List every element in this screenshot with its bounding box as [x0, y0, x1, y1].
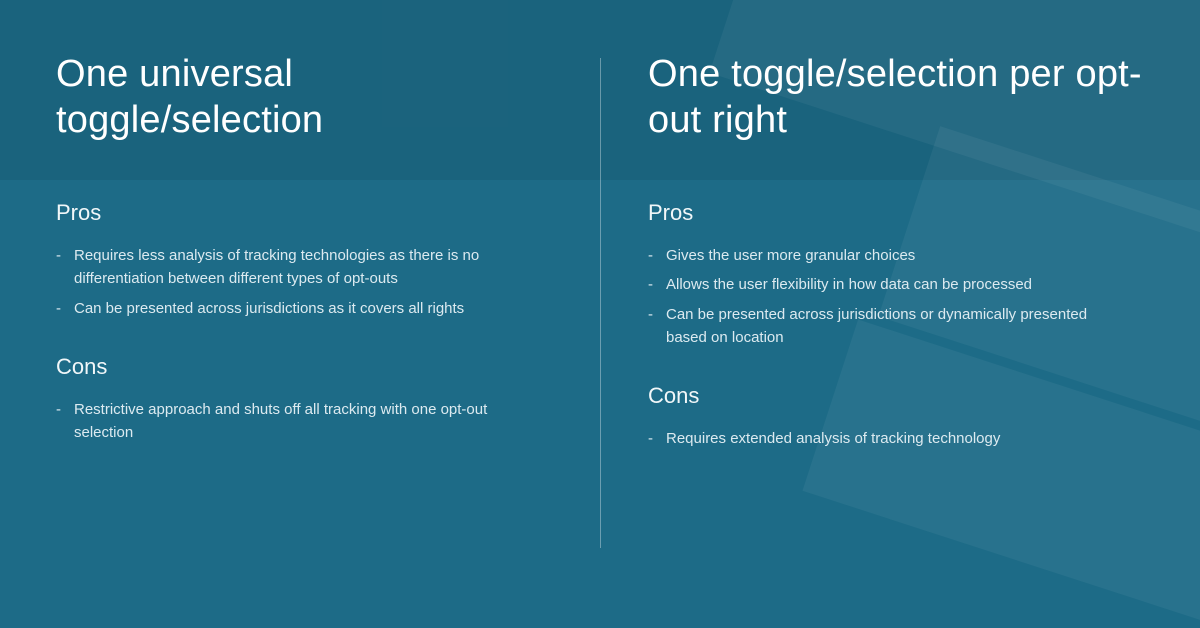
right-cons-label: Cons [648, 383, 1144, 409]
right-title: One toggle/selection per opt-out right [648, 52, 1144, 144]
comparison-layout: One universal toggle/selection Pros Requ… [0, 0, 1200, 628]
list-item: Requires less analysis of tracking techn… [56, 244, 516, 291]
list-item: Gives the user more granular choices [648, 244, 1108, 267]
list-item: Can be presented across jurisdictions as… [56, 297, 516, 320]
right-pros-list: Gives the user more granular choices Allo… [648, 244, 1144, 349]
list-item: Allows the user flexibility in how data … [648, 273, 1108, 296]
list-item: Requires extended analysis of tracking t… [648, 427, 1108, 450]
left-cons-list: Restrictive approach and shuts off all t… [56, 398, 552, 445]
list-item: Can be presented across jurisdictions or… [648, 303, 1108, 350]
left-pros-list: Requires less analysis of tracking techn… [56, 244, 552, 320]
list-item: Restrictive approach and shuts off all t… [56, 398, 516, 445]
right-column: One toggle/selection per opt-out right P… [600, 0, 1200, 628]
right-pros-label: Pros [648, 200, 1144, 226]
right-cons-list: Requires extended analysis of tracking t… [648, 427, 1144, 450]
left-cons-label: Cons [56, 354, 552, 380]
left-title: One universal toggle/selection [56, 52, 552, 144]
vertical-divider [600, 58, 601, 548]
left-pros-label: Pros [56, 200, 552, 226]
left-column: One universal toggle/selection Pros Requ… [0, 0, 600, 628]
